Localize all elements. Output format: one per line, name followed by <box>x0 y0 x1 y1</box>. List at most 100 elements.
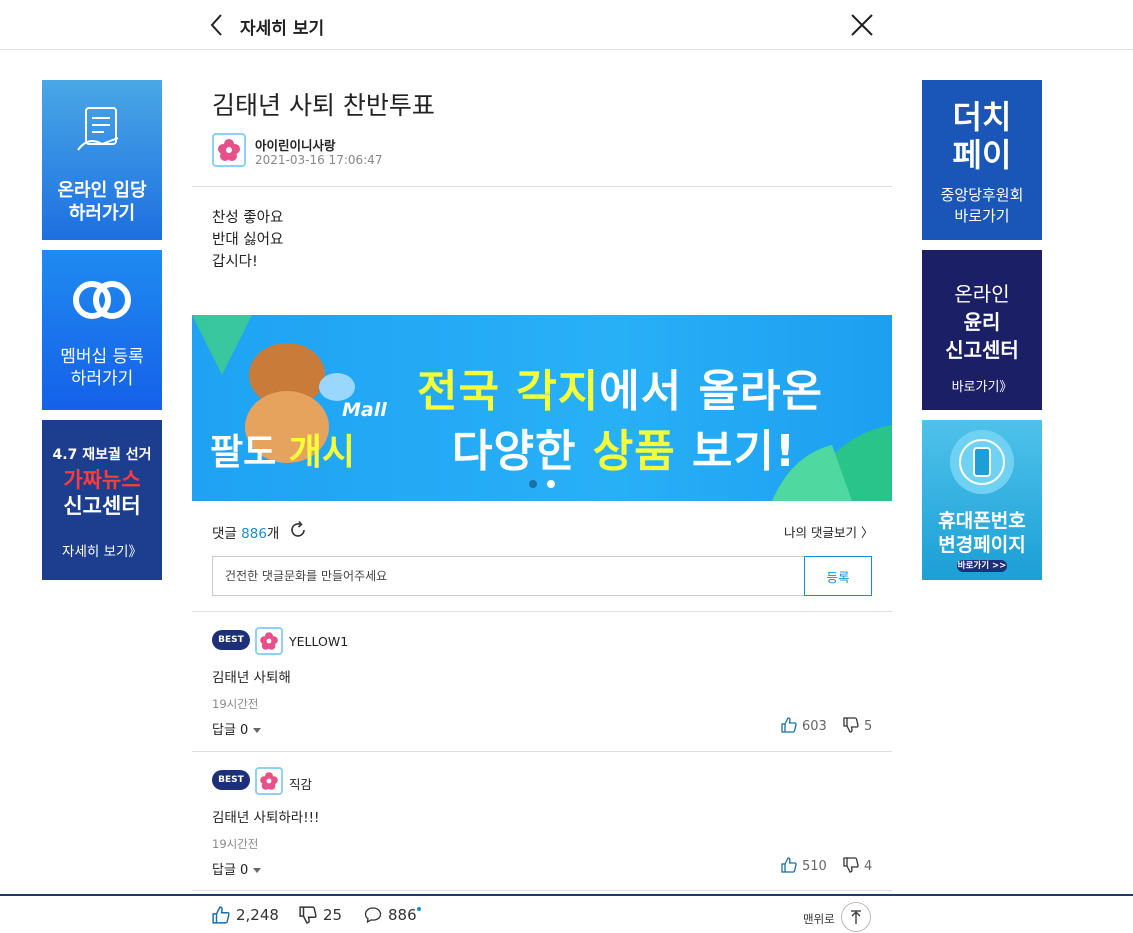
promo-mall-label: Mall <box>342 399 387 421</box>
like-button[interactable]: 510 <box>781 857 827 874</box>
refresh-icon[interactable] <box>288 520 308 540</box>
like-count: 603 <box>802 719 827 734</box>
flower-icon <box>260 632 278 650</box>
caret-down-icon <box>253 728 262 733</box>
dislike-button[interactable]: 4 <box>843 857 872 874</box>
comment-time: 19시간전 <box>212 837 259 851</box>
banner-label: 신고센터 <box>945 338 1019 362</box>
author-name: 아이린이니사랑 <box>255 138 336 153</box>
new-comment-dot <box>417 907 421 911</box>
body-line: 찬성 좋아요 <box>212 210 284 226</box>
back-arrow-icon[interactable] <box>206 12 230 38</box>
thumbs-up-icon <box>212 906 230 924</box>
dislike-count: 5 <box>864 719 873 734</box>
arrow-up-icon <box>851 910 861 924</box>
banner-online-join[interactable]: 온라인 입당 하러가기 <box>42 80 162 240</box>
document-hand-icon <box>77 107 119 151</box>
thumbs-up-icon <box>781 857 797 873</box>
banner-dutch-pay[interactable]: 더치 페이 중앙당후원회 바로가기 <box>922 80 1042 240</box>
banner-fake-news-report[interactable]: 4.7 재보궐 선거 가짜뉴스 신고센터 자세히 보기》 <box>42 420 162 580</box>
carousel-dot[interactable] <box>529 480 537 488</box>
thumbs-down-icon <box>843 717 859 733</box>
dislike-button[interactable]: 5 <box>843 717 872 734</box>
divider <box>192 611 892 612</box>
divider <box>192 751 892 752</box>
banner-label: 휴대폰번호 <box>938 510 1026 532</box>
avatar <box>212 133 246 167</box>
thumbs-down-icon <box>843 857 859 873</box>
article-like-count: 2,248 <box>236 906 279 924</box>
comment-author[interactable]: 직감 <box>289 774 312 793</box>
comment-author[interactable]: YELLOW1 <box>289 634 348 649</box>
banner-phone-change[interactable]: 휴대폰번호 변경페이지 바로가기 >> <box>922 420 1042 580</box>
banner-label: 변경페이지 <box>938 534 1026 556</box>
promo-text: 보기! <box>675 426 797 477</box>
caret-down-icon <box>253 868 262 873</box>
thumbs-up-icon <box>781 717 797 733</box>
submit-comment-button[interactable]: 등록 <box>804 556 872 596</box>
banner-label: 4.7 재보궐 선거 <box>52 447 152 463</box>
banner-ethics-report[interactable]: 온라인 윤리 신고센터 바로가기》 <box>922 250 1042 410</box>
promo-brand-b: 개시 <box>288 432 356 473</box>
banner-label: 바로가기 <box>954 207 1010 225</box>
article-date: 2021-03-16 17:06:47 <box>255 153 383 167</box>
promo-brand-a: 팔도 <box>210 432 289 473</box>
banner-label: 하러가기 <box>68 203 136 224</box>
speech-bubble-icon <box>364 907 382 924</box>
top-bar: 자세히 보기 <box>0 0 1133 50</box>
dislike-count: 4 <box>864 859 873 874</box>
reply-toggle[interactable]: 답글 0 <box>212 719 262 738</box>
my-comments-link[interactable]: 나의 댓글보기 〉 <box>784 522 873 541</box>
page-title: 자세히 보기 <box>240 19 325 39</box>
thumbs-down-icon <box>299 906 317 924</box>
promo-headline-2: 다양한 상품 보기! <box>452 415 796 479</box>
promo-banner[interactable]: Mall 팔도 개시 전국 각지에서 올라온 다양한 상품 보기! <box>192 315 892 501</box>
divider <box>192 890 892 891</box>
article-comments-button[interactable]: 886 <box>364 906 417 924</box>
bottom-action-bar: 2,248 25 886 맨위로 <box>0 894 1133 933</box>
to-top-label: 맨위로 <box>803 912 835 926</box>
banner-label: 자세히 보기》 <box>62 544 142 560</box>
comment-input[interactable] <box>212 556 805 596</box>
article-body: 찬성 좋아요 반대 싫어요 갑시다! <box>212 207 283 273</box>
body-line: 반대 싫어요 <box>212 232 284 248</box>
reply-count: 답글 0 <box>212 863 249 878</box>
banner-label: 신고센터 <box>63 494 141 518</box>
banner-membership[interactable]: 멤버십 등록 하러가기 <box>42 250 162 410</box>
banner-label: 하러가기 <box>70 369 134 389</box>
promo-text: 상품 <box>592 426 676 477</box>
comment-count-suffix: 개 <box>266 526 280 542</box>
carousel-dot-active[interactable] <box>547 480 555 488</box>
close-icon[interactable] <box>849 12 875 38</box>
flower-icon <box>260 772 278 790</box>
banner-label: 페이 <box>952 136 1012 174</box>
promo-brand: 팔도 개시 <box>210 423 355 475</box>
like-count: 510 <box>802 859 827 874</box>
promo-text: 에서 올라온 <box>599 366 823 417</box>
comment-text: 김태년 사퇴하라!!! <box>212 810 320 826</box>
reply-toggle[interactable]: 답글 0 <box>212 859 262 878</box>
avatar <box>255 627 283 655</box>
divider <box>192 186 892 187</box>
body-line: 갑시다! <box>212 254 258 270</box>
best-badge: BEST <box>212 770 250 790</box>
article-comment-count: 886 <box>388 906 417 924</box>
membership-logo-icon <box>73 281 131 319</box>
banner-label: 온라인 <box>954 282 1010 306</box>
comment-count-label: 댓글 <box>212 526 242 542</box>
article-like-button[interactable]: 2,248 <box>212 906 279 924</box>
comment-count-number: 886 <box>241 526 267 542</box>
article-title: 김태년 사퇴 찬반투표 <box>212 91 435 120</box>
comment-count: 댓글 886개 <box>212 522 279 542</box>
comment-text: 김태년 사퇴해 <box>212 670 291 686</box>
flower-icon <box>218 139 240 161</box>
best-badge: BEST <box>212 630 250 650</box>
to-top-button[interactable] <box>841 902 871 932</box>
banner-label: 바로가기 >> <box>957 560 1007 572</box>
banner-label: 바로가기》 <box>951 380 1013 395</box>
reply-count: 답글 0 <box>212 723 249 738</box>
promo-text: 전국 각지 <box>417 366 600 417</box>
article-dislike-button[interactable]: 25 <box>299 906 342 924</box>
like-button[interactable]: 603 <box>781 717 827 734</box>
promo-text: 다양한 <box>452 426 593 477</box>
